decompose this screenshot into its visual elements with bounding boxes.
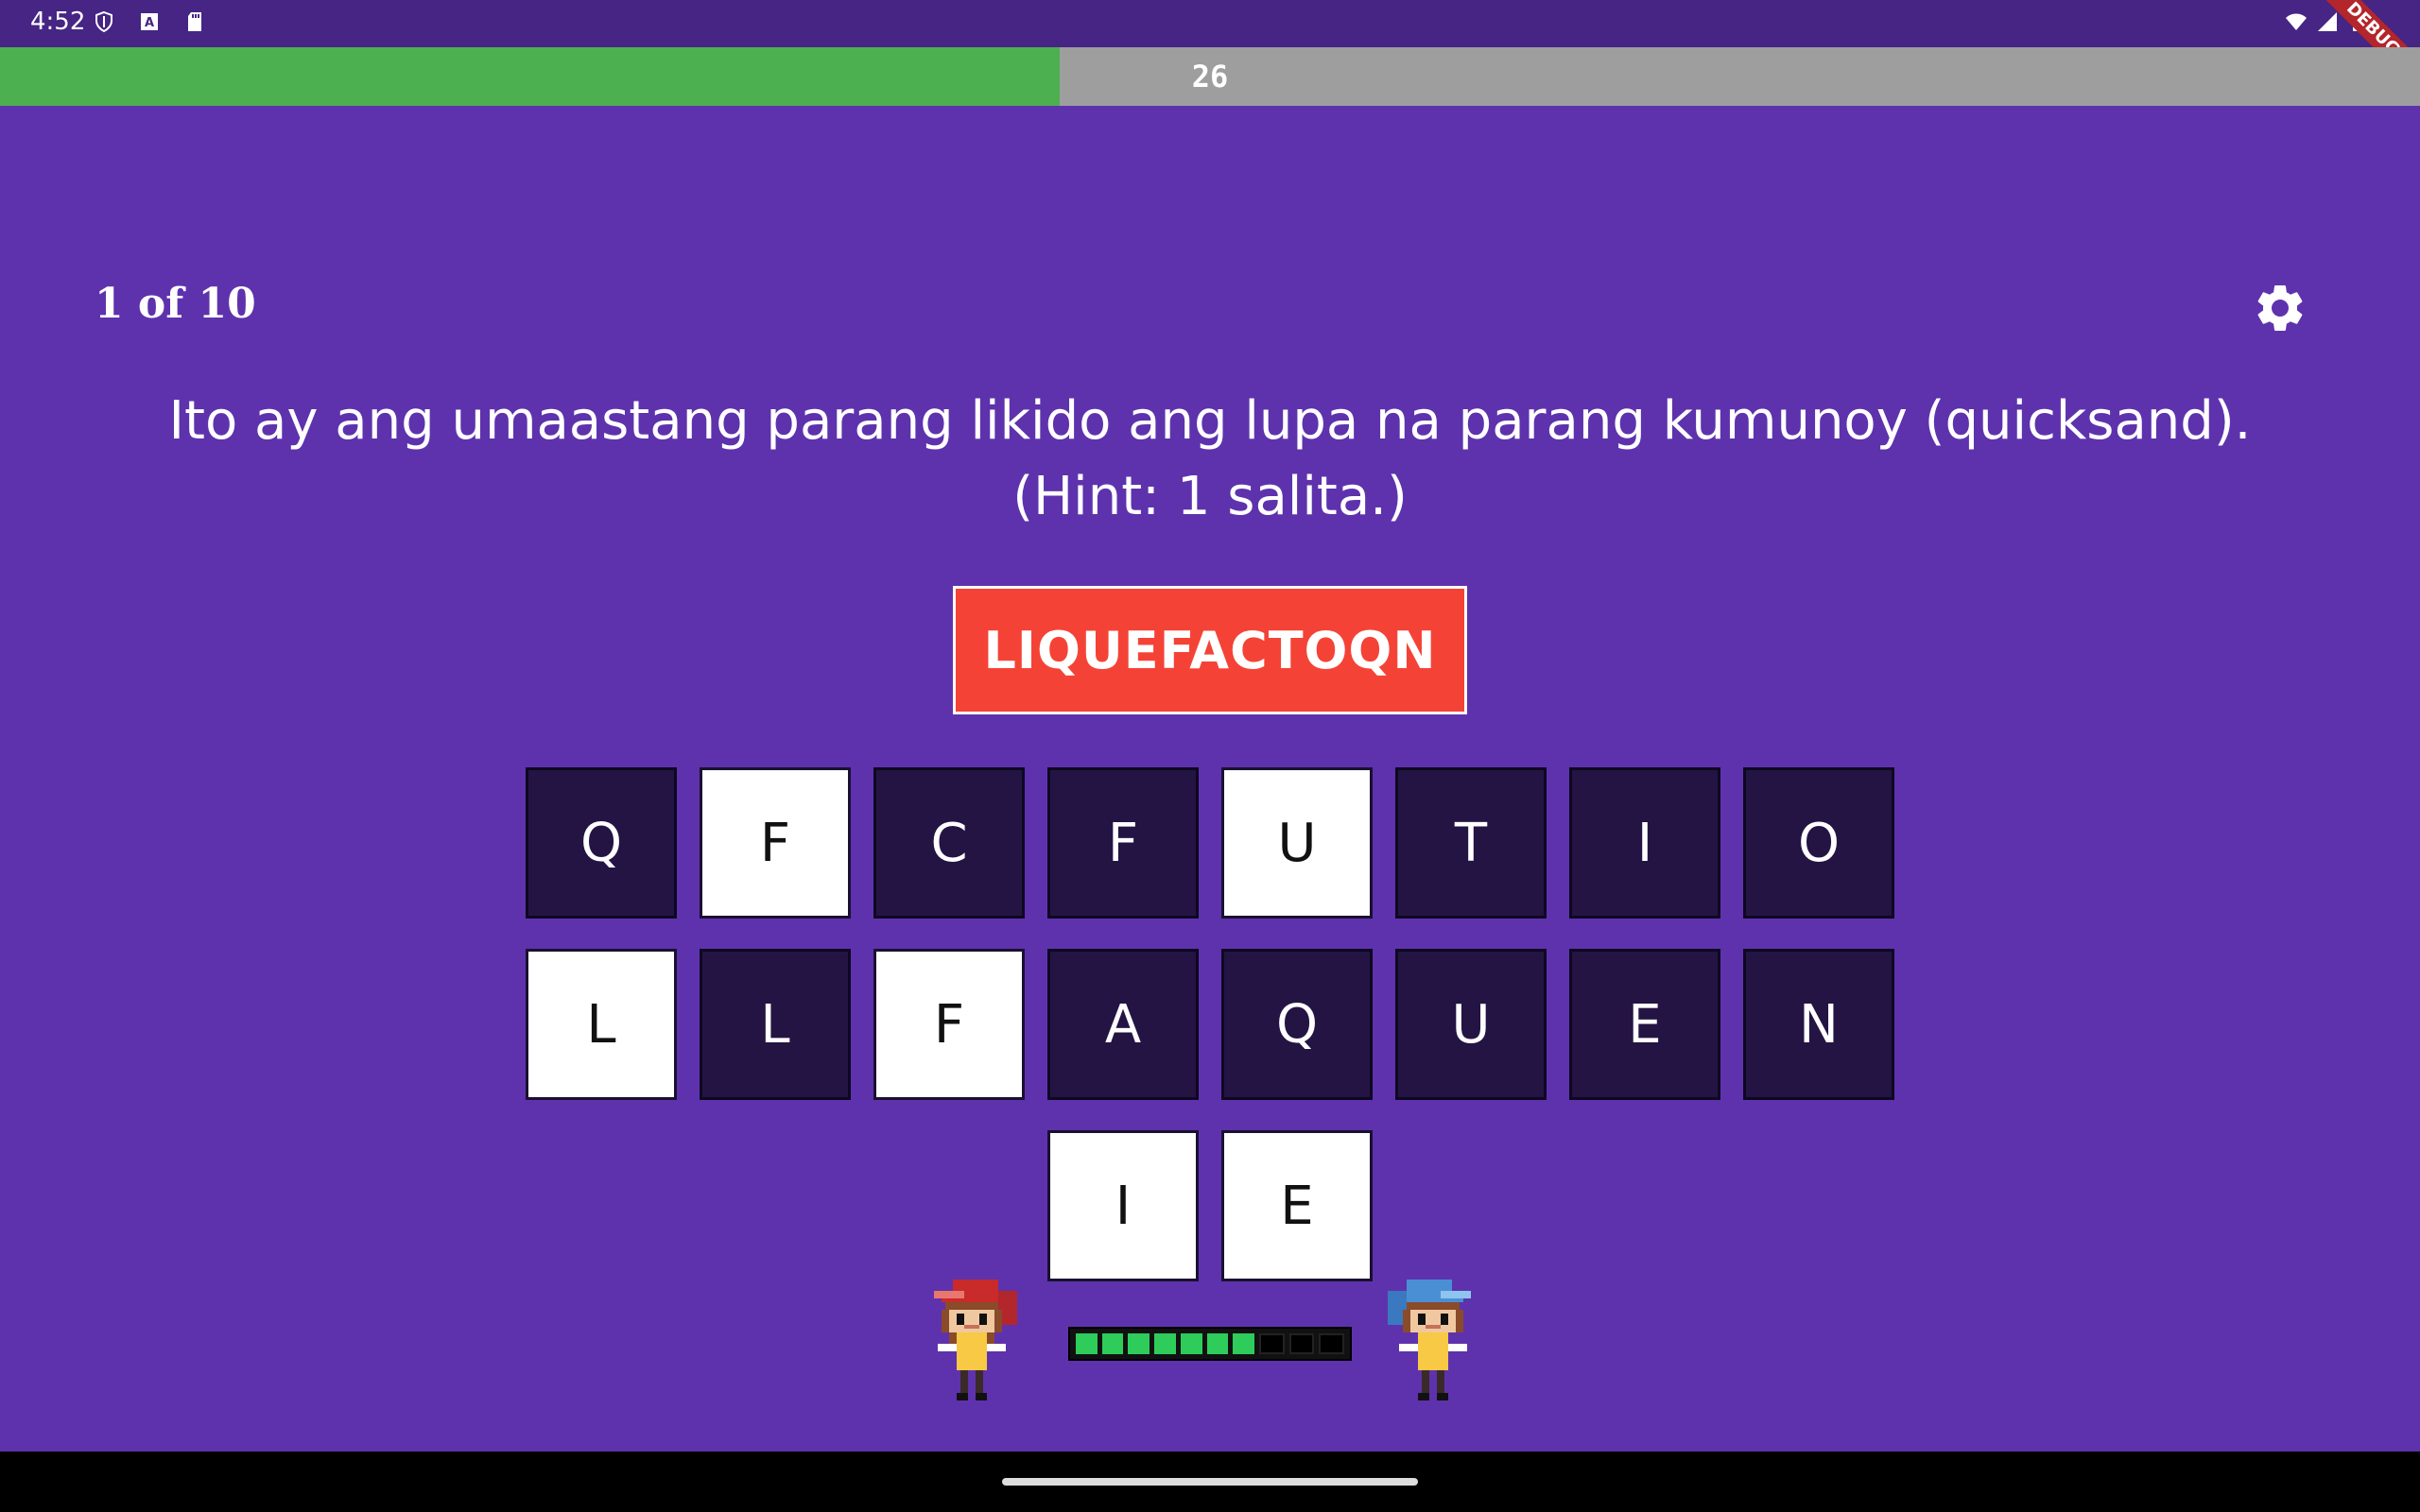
letter-tile[interactable]: U (1221, 767, 1373, 919)
letter-tile[interactable]: E (1221, 1130, 1373, 1281)
health-segment (1206, 1333, 1229, 1354)
sd-card-icon (188, 12, 201, 31)
letter-tile[interactable]: Q (526, 767, 677, 919)
letter-tile[interactable]: N (1743, 949, 1894, 1100)
status-time: 4:52 (30, 8, 86, 36)
status-bar: 4:52 A DEBUG (0, 0, 2420, 112)
health-segment (1076, 1333, 1098, 1354)
health-segment (1233, 1333, 1254, 1354)
letter-tile[interactable]: U (1395, 949, 1547, 1100)
health-segment (1258, 1333, 1285, 1354)
question-text: Ito ay ang umaastang parang likido ang l… (168, 390, 2252, 527)
health-segment (1180, 1333, 1202, 1354)
red-hair-player-icon (934, 1280, 1017, 1400)
wifi-icon (2286, 13, 2307, 30)
health-segment (1154, 1333, 1176, 1354)
letter-tile[interactable]: L (700, 949, 851, 1100)
health-segment (1288, 1333, 1315, 1354)
letter-tile[interactable]: O (1743, 767, 1894, 919)
letter-tile[interactable]: F (873, 949, 1025, 1100)
gear-icon[interactable] (2252, 280, 2308, 336)
letter-tile[interactable]: I (1569, 767, 1720, 919)
timer-bar: 26 (0, 47, 2420, 106)
letter-tile[interactable]: L (526, 949, 677, 1100)
blue-hair-player-icon (1388, 1280, 1471, 1400)
timer-value: 26 (1191, 59, 1229, 94)
letter-tile[interactable]: F (700, 767, 851, 919)
shield-icon (95, 10, 112, 33)
letter-tile[interactable]: A (1047, 949, 1199, 1100)
letter-tile[interactable]: T (1395, 767, 1547, 919)
home-gesture-handle[interactable] (1002, 1478, 1418, 1486)
health-segment (1128, 1333, 1150, 1354)
system-navigation-bar (0, 1452, 2420, 1512)
letter-tile[interactable]: E (1569, 949, 1720, 1100)
health-segment (1319, 1333, 1345, 1354)
svg-text:A: A (145, 16, 154, 30)
letter-tile[interactable]: I (1047, 1130, 1199, 1281)
health-segment (1101, 1333, 1124, 1354)
question-progress: 1 of 10 (95, 280, 256, 328)
letter-tile[interactable]: Q (1221, 949, 1373, 1100)
letter-tile[interactable]: F (1047, 767, 1199, 919)
answer-display: LIQUEFACTOQN (953, 586, 1467, 714)
signal-icon (2318, 12, 2337, 31)
health-bar (1068, 1327, 1352, 1361)
letter-tile[interactable]: C (873, 767, 1025, 919)
keyboard-a-icon: A (141, 13, 158, 30)
